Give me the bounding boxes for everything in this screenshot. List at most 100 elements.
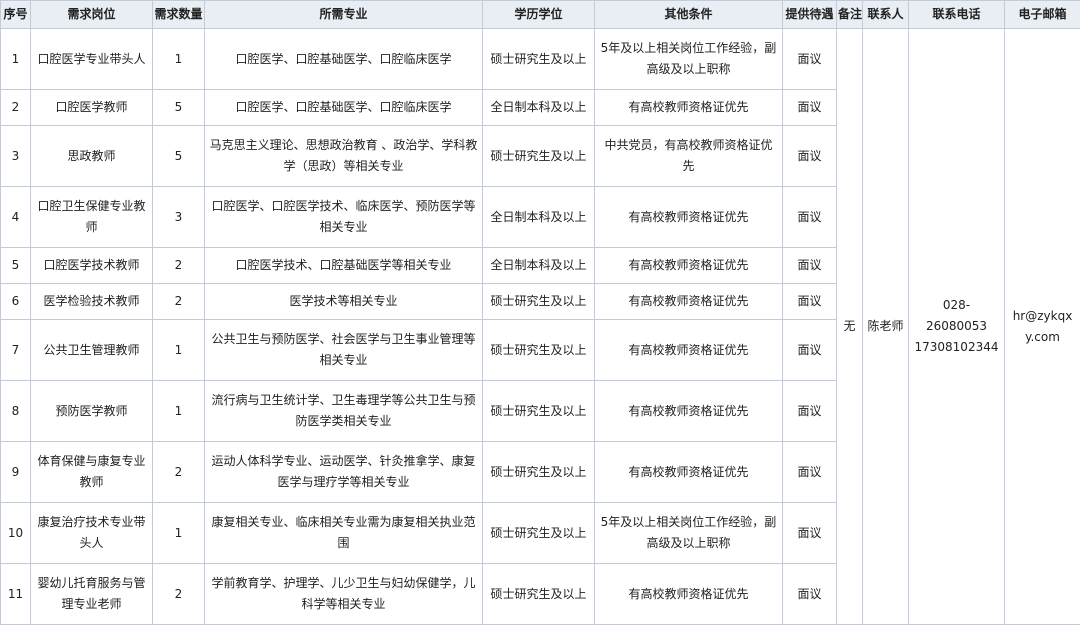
row-count: 2 <box>153 564 205 625</box>
row-major: 口腔医学、口腔基础医学、口腔临床医学 <box>205 29 483 90</box>
row-degree: 硕士研究生及以上 <box>483 381 595 442</box>
row-major: 公共卫生与预防医学、社会医学与卫生事业管理等相关专业 <box>205 320 483 381</box>
row-major: 口腔医学、口腔基础医学、口腔临床医学 <box>205 90 483 126</box>
row-position: 口腔医学专业带头人 <box>31 29 153 90</box>
row-conditions: 有高校教师资格证优先 <box>595 442 783 503</box>
header-count: 需求数量 <box>153 1 205 29</box>
row-major: 马克思主义理论、思想政治教育 、政治学、学科教学（思政）等相关专业 <box>205 126 483 187</box>
row-degree: 全日制本科及以上 <box>483 248 595 284</box>
header-remark: 备注 <box>837 1 863 29</box>
row-count: 1 <box>153 503 205 564</box>
row-major: 学前教育学、护理学、儿少卫生与妇幼保健学，儿科学等相关专业 <box>205 564 483 625</box>
header-no: 序号 <box>1 1 31 29</box>
row-major: 康复相关专业、临床相关专业需为康复相关执业范围 <box>205 503 483 564</box>
row-position: 体育保健与康复专业教师 <box>31 442 153 503</box>
header-major: 所需专业 <box>205 1 483 29</box>
row-conditions: 有高校教师资格证优先 <box>595 564 783 625</box>
phone-line-1: 028- <box>943 298 970 312</box>
table-header: 序号 需求岗位 需求数量 所需专业 学历学位 其他条件 提供待遇 备注 联系人 … <box>1 1 1080 29</box>
row-conditions: 5年及以上相关岗位工作经验，副高级及以上职称 <box>595 29 783 90</box>
row-count: 3 <box>153 187 205 248</box>
remark-text: 无 <box>843 319 855 333</box>
phone-line-2: 26080053 <box>926 319 987 333</box>
row-major: 运动人体科学专业、运动医学、针灸推拿学、康复医学与理疗学等相关专业 <box>205 442 483 503</box>
row-conditions: 有高校教师资格证优先 <box>595 381 783 442</box>
row-no: 1 <box>1 29 31 90</box>
recruitment-table: 序号 需求岗位 需求数量 所需专业 学历学位 其他条件 提供待遇 备注 联系人 … <box>0 0 1080 625</box>
row-pay: 面议 <box>783 126 837 187</box>
row-conditions: 中共党员，有高校教师资格证优先 <box>595 126 783 187</box>
row-degree: 硕士研究生及以上 <box>483 320 595 381</box>
row-pay: 面议 <box>783 442 837 503</box>
row-degree: 硕士研究生及以上 <box>483 284 595 320</box>
row-pay: 面议 <box>783 284 837 320</box>
row-degree: 硕士研究生及以上 <box>483 126 595 187</box>
header-email: 电子邮箱 <box>1005 1 1080 29</box>
row-count: 1 <box>153 320 205 381</box>
row-major: 流行病与卫生统计学、卫生毒理学等公共卫生与预防医学类相关专业 <box>205 381 483 442</box>
row-major: 口腔医学、口腔医学技术、临床医学、预防医学等相关专业 <box>205 187 483 248</box>
row-pay: 面议 <box>783 564 837 625</box>
row-position: 康复治疗技术专业带头人 <box>31 503 153 564</box>
header-contact: 联系人 <box>863 1 909 29</box>
row-pay: 面议 <box>783 248 837 284</box>
row-no: 4 <box>1 187 31 248</box>
header-phone: 联系电话 <box>909 1 1005 29</box>
row-pay: 面议 <box>783 503 837 564</box>
row-count: 5 <box>153 126 205 187</box>
row-pay: 面议 <box>783 381 837 442</box>
row-no: 2 <box>1 90 31 126</box>
merged-contact-cell: 陈老师 <box>863 29 909 625</box>
merged-remark: 无 <box>837 29 863 625</box>
row-count: 2 <box>153 442 205 503</box>
phone-line-3: 17308102344 <box>915 340 999 354</box>
header-position: 需求岗位 <box>31 1 153 29</box>
row-degree: 硕士研究生及以上 <box>483 442 595 503</box>
table-row: 1 口腔医学专业带头人 1 口腔医学、口腔基础医学、口腔临床医学 硕士研究生及以… <box>1 29 1080 90</box>
row-position: 婴幼儿托育服务与管理专业老师 <box>31 564 153 625</box>
row-major: 医学技术等相关专业 <box>205 284 483 320</box>
email-address: hr@zykqxy.com <box>1013 309 1073 344</box>
row-degree: 全日制本科及以上 <box>483 187 595 248</box>
header-conditions: 其他条件 <box>595 1 783 29</box>
row-pay: 面议 <box>783 90 837 126</box>
contact-name: 陈老师 <box>867 319 903 333</box>
header-degree: 学历学位 <box>483 1 595 29</box>
row-count: 2 <box>153 248 205 284</box>
row-no: 6 <box>1 284 31 320</box>
row-no: 9 <box>1 442 31 503</box>
row-no: 7 <box>1 320 31 381</box>
row-pay: 面议 <box>783 187 837 248</box>
row-degree: 硕士研究生及以上 <box>483 503 595 564</box>
row-count: 1 <box>153 381 205 442</box>
row-position: 口腔卫生保健专业教师 <box>31 187 153 248</box>
row-no: 3 <box>1 126 31 187</box>
merged-phone-cell: 028- 26080053 17308102344 <box>909 29 1005 625</box>
row-degree: 硕士研究生及以上 <box>483 29 595 90</box>
row-conditions: 有高校教师资格证优先 <box>595 187 783 248</box>
header-pay: 提供待遇 <box>783 1 837 29</box>
row-position: 预防医学教师 <box>31 381 153 442</box>
table-body: 1 口腔医学专业带头人 1 口腔医学、口腔基础医学、口腔临床医学 硕士研究生及以… <box>1 29 1080 625</box>
row-degree: 硕士研究生及以上 <box>483 564 595 625</box>
row-conditions: 有高校教师资格证优先 <box>595 284 783 320</box>
row-position: 公共卫生管理教师 <box>31 320 153 381</box>
row-conditions: 5年及以上相关岗位工作经验，副高级及以上职称 <box>595 503 783 564</box>
row-conditions: 有高校教师资格证优先 <box>595 90 783 126</box>
header-row: 序号 需求岗位 需求数量 所需专业 学历学位 其他条件 提供待遇 备注 联系人 … <box>1 1 1080 29</box>
row-position: 口腔医学教师 <box>31 90 153 126</box>
row-no: 10 <box>1 503 31 564</box>
row-no: 11 <box>1 564 31 625</box>
row-no: 5 <box>1 248 31 284</box>
row-position: 口腔医学技术教师 <box>31 248 153 284</box>
row-conditions: 有高校教师资格证优先 <box>595 248 783 284</box>
row-count: 2 <box>153 284 205 320</box>
row-position: 医学检验技术教师 <box>31 284 153 320</box>
row-conditions: 有高校教师资格证优先 <box>595 320 783 381</box>
row-pay: 面议 <box>783 320 837 381</box>
row-pay: 面议 <box>783 29 837 90</box>
row-major: 口腔医学技术、口腔基础医学等相关专业 <box>205 248 483 284</box>
merged-email-cell: hr@zykqxy.com <box>1005 29 1080 625</box>
row-count: 1 <box>153 29 205 90</box>
row-count: 5 <box>153 90 205 126</box>
